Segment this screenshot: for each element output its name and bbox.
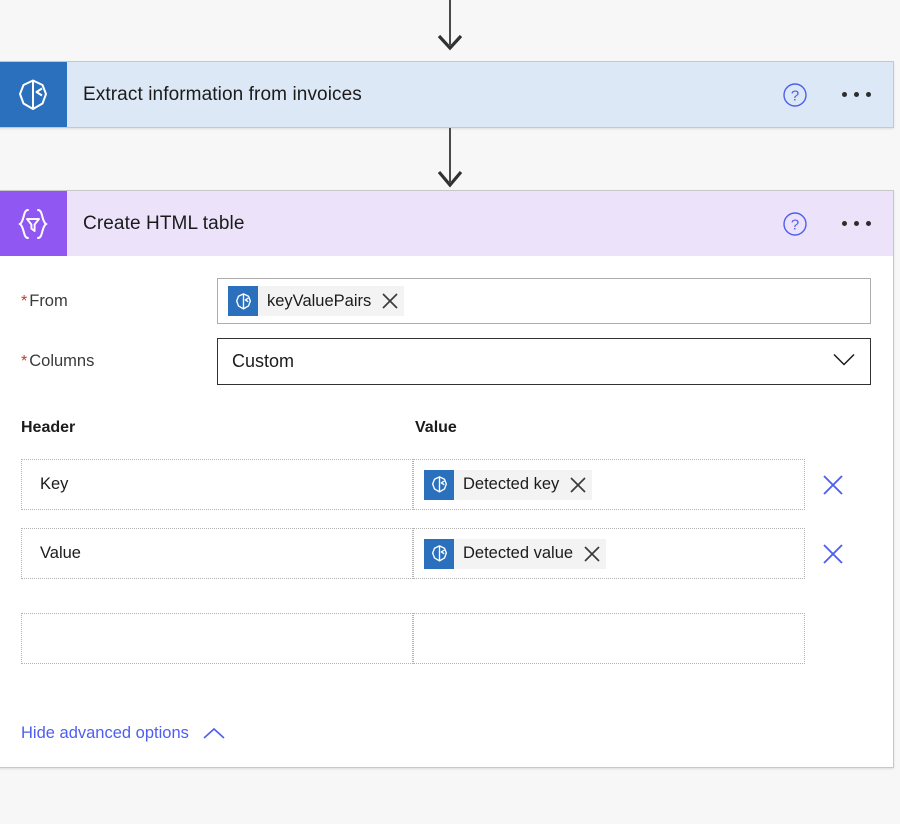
ai-builder-brain-icon: [0, 62, 67, 127]
columns-select[interactable]: Custom: [217, 338, 871, 385]
row-value-input[interactable]: [413, 613, 805, 664]
help-question-icon[interactable]: ?: [782, 82, 808, 108]
ai-builder-brain-icon: [424, 539, 454, 569]
table-row: [21, 613, 871, 664]
svg-text:?: ?: [791, 87, 799, 104]
data-operation-braces-filter-icon: [0, 191, 67, 256]
row-header-input[interactable]: Value: [21, 528, 413, 579]
from-input[interactable]: keyValuePairs: [217, 278, 871, 324]
connector-arrow-middle: [430, 120, 470, 188]
row-header-text: Value: [32, 544, 81, 563]
help-question-icon[interactable]: ?: [782, 211, 808, 237]
close-x-icon[interactable]: [378, 289, 404, 313]
custom-columns-header-row: Header Value: [21, 419, 871, 459]
row-value-input[interactable]: Detected key: [413, 459, 805, 510]
ellipsis-menu-icon[interactable]: [838, 215, 875, 232]
hide-advanced-options-link[interactable]: Hide advanced options: [0, 724, 249, 743]
column-header-header: Header: [21, 419, 415, 437]
field-columns: *Columns Custom: [0, 324, 893, 385]
token-label: Detected value: [454, 544, 580, 563]
dynamic-content-token-detected-key[interactable]: Detected key: [424, 470, 592, 500]
field-control-from: keyValuePairs: [217, 278, 871, 324]
row-header-input[interactable]: [21, 613, 413, 664]
hide-advanced-options-label: Hide advanced options: [21, 724, 189, 743]
field-label-from: *From: [21, 278, 217, 311]
chevron-down-icon[interactable]: [832, 352, 856, 371]
field-label-text: Columns: [29, 352, 94, 370]
svg-text:?: ?: [791, 216, 799, 233]
row-header-text: Key: [32, 475, 68, 494]
table-row: Key Detected key: [21, 459, 871, 510]
required-marker: *: [21, 353, 27, 370]
field-from: *From keyValuePairs: [0, 256, 893, 324]
chevron-up-icon[interactable]: [201, 727, 227, 741]
row-header-input[interactable]: Key: [21, 459, 413, 510]
dynamic-content-token-keyvaluepairs[interactable]: keyValuePairs: [228, 286, 404, 316]
card-title: Create HTML table: [67, 213, 245, 235]
close-x-icon[interactable]: [566, 473, 592, 497]
token-label: keyValuePairs: [258, 292, 378, 311]
delete-row-x-icon[interactable]: [805, 459, 861, 510]
required-marker: *: [21, 293, 27, 310]
connector-arrow-top: [430, 0, 470, 54]
action-card-create-html-table[interactable]: Create HTML table ? *From: [0, 190, 894, 768]
delete-row-x-icon[interactable]: [805, 528, 861, 579]
flow-designer-canvas: Extract information from invoices ?: [0, 0, 900, 824]
card-header[interactable]: Create HTML table ?: [0, 191, 893, 256]
card-header-actions: ?: [782, 191, 875, 256]
card-title: Extract information from invoices: [67, 84, 362, 106]
columns-selected-value: Custom: [232, 351, 294, 372]
card-header-actions: ?: [782, 62, 875, 127]
row-value-input[interactable]: Detected value: [413, 528, 805, 579]
close-x-icon[interactable]: [580, 542, 606, 566]
custom-columns-table: Header Value Key: [0, 419, 893, 664]
ai-builder-brain-icon: [424, 470, 454, 500]
ellipsis-menu-icon[interactable]: [838, 86, 875, 103]
dynamic-content-token-detected-value[interactable]: Detected value: [424, 539, 606, 569]
card-body: *From keyValuePairs: [0, 256, 893, 767]
card-header[interactable]: Extract information from invoices ?: [0, 62, 893, 127]
column-header-value: Value: [415, 419, 871, 437]
token-label: Detected key: [454, 475, 566, 494]
ai-builder-brain-icon: [228, 286, 258, 316]
field-control-columns: Custom: [217, 338, 871, 385]
action-card-extract-information-from-invoices[interactable]: Extract information from invoices ?: [0, 61, 894, 128]
field-label-text: From: [29, 292, 68, 310]
table-row: Value Detected value: [21, 528, 871, 579]
field-label-columns: *Columns: [21, 338, 217, 371]
